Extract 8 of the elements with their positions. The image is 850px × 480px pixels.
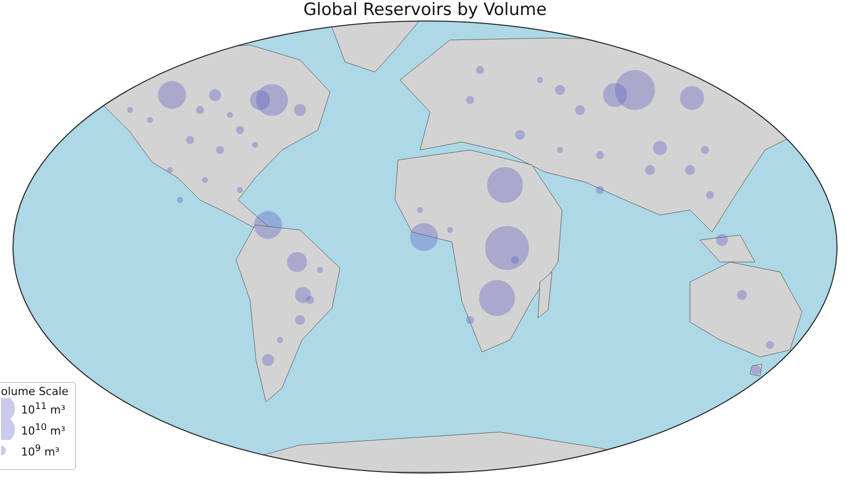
legend-label: 10$^{11}$ m³ bbox=[21, 400, 66, 416]
volume-bubble-icon bbox=[1, 446, 6, 456]
legend-title: olume Scale bbox=[1, 385, 68, 398]
legend-label: 10$^{9}$ m³ bbox=[21, 442, 60, 458]
volume-bubble-icon bbox=[1, 419, 15, 440]
legend-label: 10$^{10}$ m³ bbox=[21, 422, 66, 438]
volume-bubble-icon bbox=[1, 398, 15, 419]
chart-title: Global Reservoirs by Volume bbox=[303, 0, 547, 20]
